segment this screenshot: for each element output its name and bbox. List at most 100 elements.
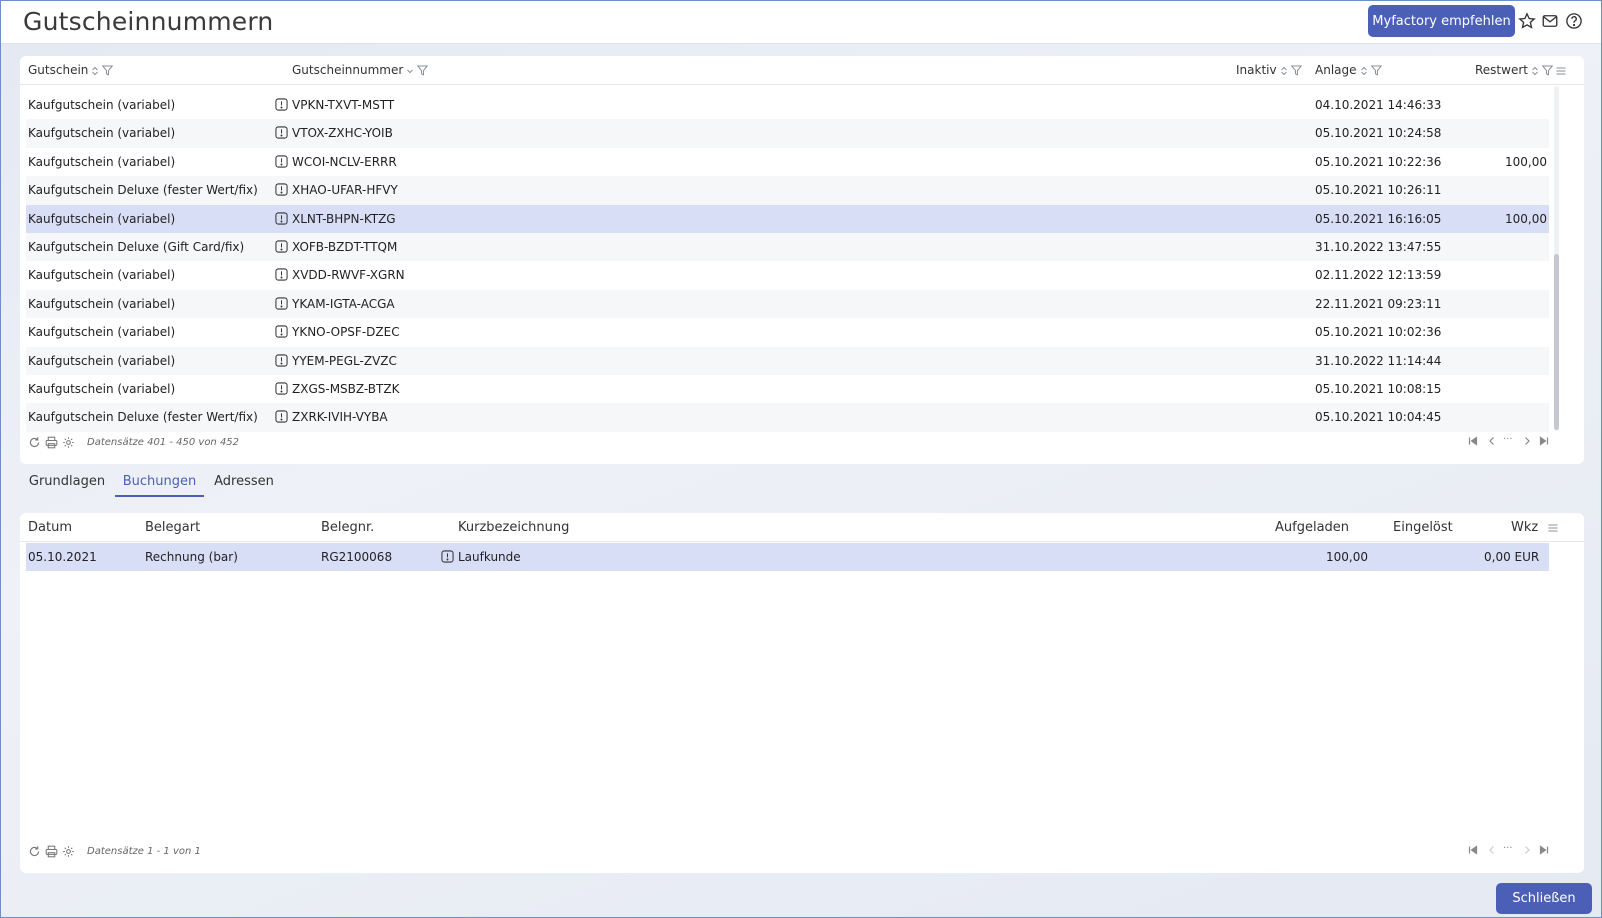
column-header-anlage[interactable]: Anlage [1315, 63, 1382, 77]
column-header-gutschein[interactable]: Gutschein [28, 63, 114, 77]
column-header-datum[interactable]: Datum [28, 520, 72, 535]
info-icon[interactable] [275, 325, 288, 338]
cell-anlage: 04.10.2021 14:46:33 [1315, 98, 1442, 112]
tab-adressen[interactable]: Adressen [208, 464, 280, 497]
cell-gutschein: Kaufgutschein (variabel) [28, 268, 176, 283]
info-icon[interactable] [275, 211, 288, 225]
info-icon[interactable] [275, 155, 288, 168]
last-page-icon[interactable] [1539, 845, 1549, 858]
table-row[interactable]: Kaufgutschein (variabel) VPKN-TXVT-MSTT 04… [26, 91, 1549, 119]
page-ellipsis[interactable]: ··· [1503, 843, 1513, 856]
table-row[interactable]: Kaufgutschein (variabel) WCOI-NCLV-ERRR 05… [26, 148, 1549, 176]
cell-gutschein: Kaufgutschein (variabel) [28, 296, 176, 311]
column-header-aufgeladen[interactable]: Aufgeladen [1275, 520, 1349, 535]
next-page-icon[interactable] [1522, 845, 1532, 858]
info-icon[interactable] [275, 98, 288, 111]
table-row[interactable]: Kaufgutschein (variabel) VTOX-ZXHC-YOIB 05… [26, 119, 1549, 148]
recommend-button[interactable]: Myfactory empfehlen [1368, 5, 1515, 37]
page-ellipsis[interactable]: ··· [1503, 434, 1513, 447]
column-header-restwert[interactable]: Restwert [1475, 63, 1566, 77]
close-button[interactable]: Schließen [1496, 883, 1592, 914]
cell-anlage: 05.10.2021 10:24:58 [1315, 126, 1442, 141]
info-icon[interactable] [275, 382, 288, 395]
cell-anlage: 02.11.2022 12:13:59 [1315, 268, 1442, 283]
first-page-icon[interactable] [1468, 845, 1478, 858]
records-count: Datensätze 1 - 1 von 1 [87, 846, 201, 857]
info-icon[interactable] [275, 126, 288, 139]
info-icon[interactable] [275, 297, 288, 310]
column-header-belegnr[interactable]: Belegnr. [321, 520, 374, 535]
settings-icon[interactable] [62, 436, 75, 449]
booking-row[interactable]: 05.10.2021 Rechnung (bar) RG2100068 Lauf… [26, 543, 1549, 571]
sort-icon[interactable] [1360, 66, 1368, 77]
filter-icon[interactable] [1541, 65, 1554, 77]
first-page-icon[interactable] [1468, 436, 1478, 449]
info-icon[interactable] [275, 353, 288, 367]
column-header-belegart[interactable]: Belegart [145, 520, 200, 535]
filter-icon[interactable] [417, 65, 429, 77]
detail-tabs: Grundlagen Buchungen Adressen [20, 464, 1584, 504]
table-row[interactable]: Kaufgutschein (variabel) YKNO-OPSF-DZEC 05… [26, 318, 1549, 346]
cell-anlage: 05.10.2021 10:08:15 [1315, 381, 1442, 396]
next-page-icon[interactable] [1522, 436, 1532, 449]
cell-anlage: 22.11.2021 09:23:11 [1315, 296, 1442, 311]
filter-icon[interactable] [1370, 65, 1382, 77]
table-row[interactable]: Kaufgutschein (variabel) YYEM-PEGL-ZVZC 31… [26, 346, 1549, 375]
info-icon[interactable] [275, 268, 288, 281]
help-icon[interactable] [1565, 12, 1583, 30]
filter-icon[interactable] [102, 65, 114, 77]
star-icon[interactable] [1518, 12, 1536, 30]
filter-icon[interactable] [1290, 65, 1302, 77]
table-row[interactable]: Kaufgutschein Deluxe (fester Wert/fix) ZX… [26, 403, 1549, 432]
cell-gutscheinnummer: YKAM-IGTA-ACGA [292, 296, 395, 311]
sort-icon[interactable] [1280, 66, 1288, 77]
column-header-inaktiv[interactable]: Inaktiv [1236, 63, 1302, 77]
info-icon[interactable] [441, 550, 454, 563]
cell-gutscheinnummer: XVDD-RWVF-XGRN [292, 268, 405, 283]
table-row[interactable]: Kaufgutschein (variabel) YKAM-IGTA-ACGA 22… [26, 289, 1549, 319]
column-header-eingeloest[interactable]: Eingelöst [1393, 520, 1453, 535]
sort-desc-icon[interactable] [406, 66, 414, 77]
cell-gutschein: Kaufgutschein (variabel) [28, 381, 176, 396]
cell-anlage: 05.10.2021 10:26:11 [1315, 183, 1442, 198]
page-title: Gutscheinnummern [23, 7, 274, 36]
table-row[interactable]: Kaufgutschein Deluxe (Gift Card/fix) XOFB… [26, 232, 1549, 262]
cell-gutschein: Kaufgutschein (variabel) [28, 325, 176, 340]
mail-icon[interactable] [1541, 12, 1559, 30]
column-menu-icon[interactable] [1556, 66, 1566, 77]
title-bar: Gutscheinnummern Myfactory empfehlen [1, 1, 1601, 44]
print-icon[interactable] [45, 436, 58, 449]
tab-buchungen[interactable]: Buchungen [115, 464, 204, 497]
last-page-icon[interactable] [1539, 436, 1549, 449]
refresh-icon[interactable] [28, 845, 41, 858]
table-row[interactable]: Kaufgutschein (variabel) ZXGS-MSBZ-BTZK 05… [26, 375, 1549, 403]
table-row[interactable]: Kaufgutschein Deluxe (fester Wert/fix) XH… [26, 176, 1549, 205]
column-label: Restwert [1475, 63, 1528, 77]
refresh-icon[interactable] [28, 436, 41, 449]
cell-gutscheinnummer: XOFB-BZDT-TTQM [292, 239, 398, 254]
prev-page-icon[interactable] [1487, 845, 1497, 858]
table-row[interactable]: Kaufgutschein (variabel) XVDD-RWVF-XGRN 02… [26, 261, 1549, 289]
column-menu-icon[interactable] [1548, 522, 1558, 537]
column-header-wkz[interactable]: Wkz [1511, 520, 1538, 535]
prev-page-icon[interactable] [1487, 436, 1497, 449]
cell-gutscheinnummer: YYEM-PEGL-ZVZC [292, 353, 397, 368]
print-icon[interactable] [45, 845, 58, 858]
cell-anlage: 05.10.2021 10:02:36 [1315, 325, 1442, 340]
cell-anlage: 05.10.2021 10:04:45 [1315, 410, 1442, 425]
cell-gutschein: Kaufgutschein Deluxe (fester Wert/fix) [28, 183, 258, 198]
sort-icon[interactable] [1531, 66, 1539, 77]
column-header-kurzbezeichnung[interactable]: Kurzbezeichnung [458, 520, 569, 535]
info-icon[interactable] [275, 183, 288, 196]
vertical-scrollbar[interactable] [1554, 86, 1559, 431]
info-icon[interactable] [275, 410, 288, 423]
scrollbar-thumb[interactable] [1554, 254, 1559, 430]
info-icon[interactable] [275, 240, 288, 253]
cell-gutscheinnummer: XHAO-UFAR-HFVY [292, 183, 398, 198]
tab-grundlagen[interactable]: Grundlagen [24, 464, 110, 497]
table-row[interactable]: Kaufgutschein (variabel) XLNT-BHPN-KTZG 05… [26, 204, 1549, 233]
cell-anlage: 05.10.2021 10:22:36 [1315, 154, 1442, 169]
column-header-gutscheinnummer[interactable]: Gutscheinnummer [292, 63, 429, 77]
settings-icon[interactable] [62, 845, 75, 858]
sort-icon[interactable] [91, 66, 99, 77]
